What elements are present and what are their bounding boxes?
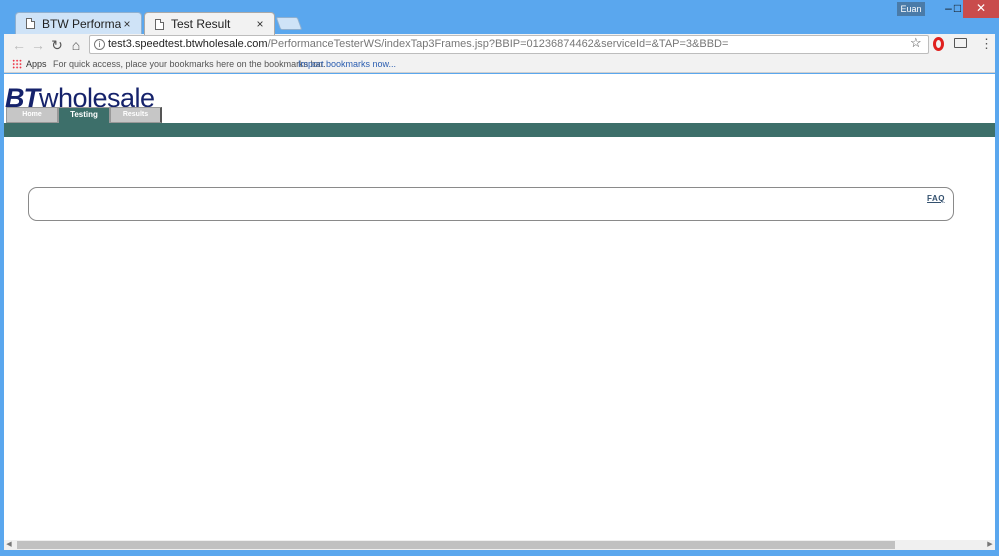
page-icon <box>155 18 164 30</box>
bookmarks-bar: Apps For quick access, place your bookma… <box>4 56 995 73</box>
import-bookmarks-link[interactable]: Import bookmarks now... <box>298 56 396 72</box>
url-host: test3.speedtest.btwholesale.com <box>108 38 268 50</box>
nav-tab-home[interactable]: Home <box>6 107 58 123</box>
site-nav: Home Testing Results <box>6 107 162 124</box>
bookmark-star-icon[interactable]: ☆ <box>910 35 922 51</box>
url-path: /PerformanceTesterWS/indexTap3Frames.jsp… <box>267 38 729 50</box>
faq-link[interactable]: FAQ <box>927 194 945 203</box>
tab-btw-performance-test[interactable]: BTW Performance Test × <box>15 12 142 34</box>
home-icon[interactable]: ⌂ <box>67 36 85 54</box>
scroll-right-icon[interactable]: ▶ <box>985 540 995 550</box>
address-bar[interactable]: i test3.speedtest.btwholesale.com/Perfor… <box>89 35 929 54</box>
scroll-left-icon[interactable]: ◀ <box>4 540 14 550</box>
page-icon <box>26 18 35 29</box>
menu-icon[interactable]: ⋮ <box>980 37 993 51</box>
page-content: BTwholesale Home Testing Results FAQ <box>4 74 995 540</box>
bookmarks-hint: For quick access, place your bookmarks h… <box>53 59 326 69</box>
result-panel: FAQ <box>28 187 954 221</box>
back-icon[interactable]: ← <box>10 36 28 54</box>
apps-shortcut[interactable]: Apps <box>26 56 47 72</box>
tab-test-result[interactable]: Test Result × <box>144 12 275 35</box>
apps-icon[interactable] <box>12 59 22 69</box>
tab-title: BTW Performance Test <box>42 16 121 31</box>
reload-icon[interactable]: ↻ <box>48 36 66 54</box>
opera-extension-icon[interactable] <box>933 37 944 51</box>
nav-tab-testing[interactable]: Testing <box>58 107 110 124</box>
nav-tab-results[interactable]: Results <box>110 107 162 123</box>
profile-button[interactable]: Euan <box>897 2 925 16</box>
info-icon[interactable]: i <box>94 39 105 50</box>
new-tab-button[interactable] <box>275 17 303 30</box>
tab-close-button[interactable]: × <box>254 17 266 31</box>
window-close-button[interactable]: ✕ <box>963 0 999 18</box>
tab-close-button[interactable]: × <box>121 17 133 31</box>
tab-title: Test Result <box>171 17 231 31</box>
scrollbar-thumb[interactable] <box>17 541 895 549</box>
browser-toolbar: ← → ↻ ⌂ i test3.speedtest.btwholesale.co… <box>4 34 995 56</box>
horizontal-scrollbar[interactable]: ◀ ▶ <box>4 540 995 550</box>
browser-window: BTW Performance Test × Test Result × Eua… <box>0 0 999 556</box>
tab-strip: BTW Performance Test × Test Result × Eua… <box>0 0 999 35</box>
cast-icon[interactable] <box>954 38 967 48</box>
forward-icon[interactable]: → <box>29 36 47 54</box>
window-bottom-border <box>0 550 999 556</box>
header-bar <box>4 123 995 137</box>
